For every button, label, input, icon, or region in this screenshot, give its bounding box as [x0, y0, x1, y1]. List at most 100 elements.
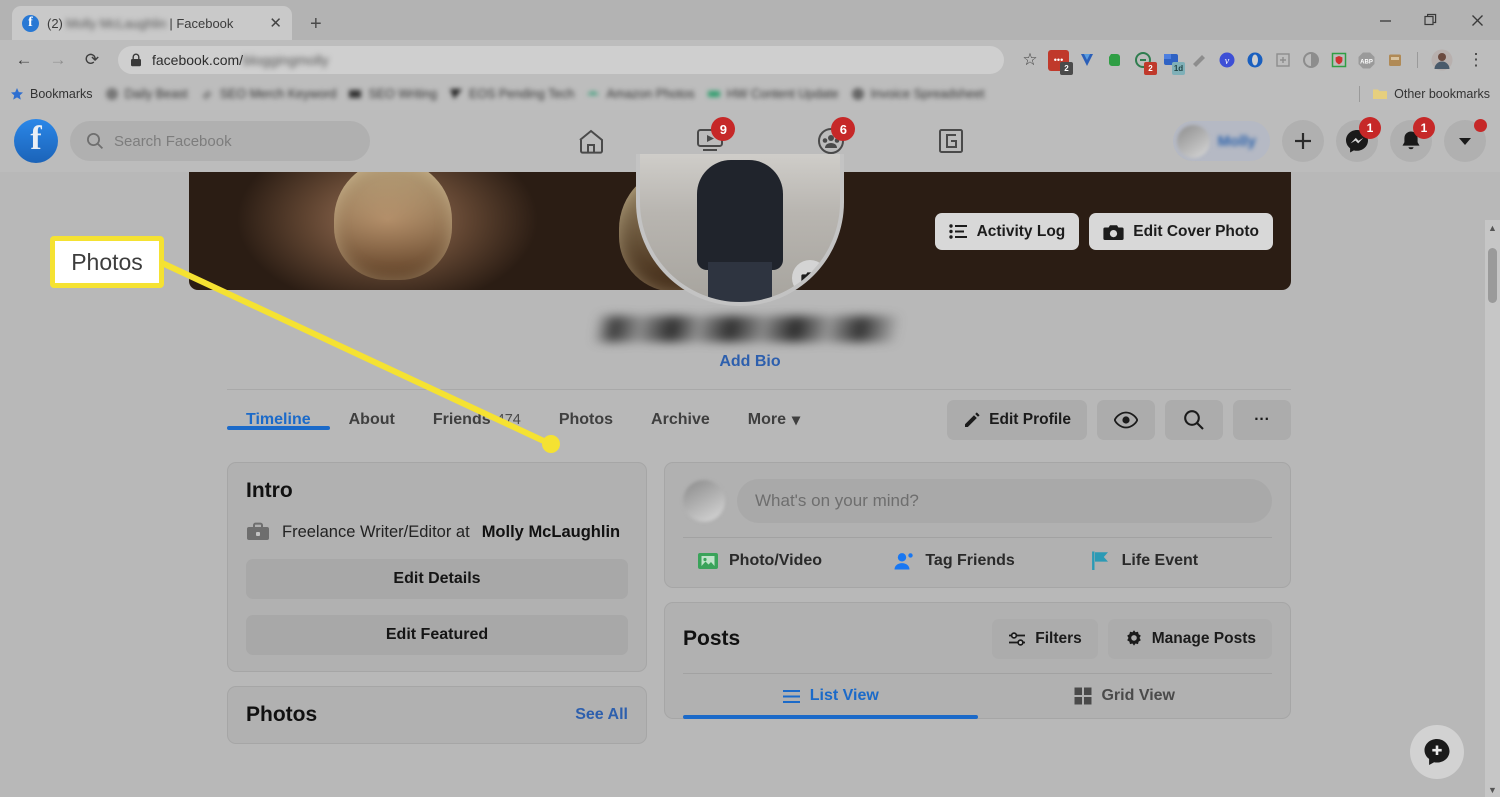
chevron-down-icon	[1459, 138, 1471, 145]
clipboard-extension-icon[interactable]	[1384, 50, 1405, 71]
red-notes-extension-icon[interactable]: ••• 2	[1048, 49, 1073, 75]
add-bio-link[interactable]: Add Bio	[0, 353, 1500, 371]
profile-chip-name: Molly	[1217, 132, 1256, 150]
adblock-plus-extension-icon[interactable]: ABP	[1356, 50, 1377, 71]
print-extension-icon[interactable]	[1272, 50, 1293, 71]
extension-badge: 2	[1144, 61, 1157, 75]
photos-see-all-link[interactable]: See All	[575, 706, 628, 724]
scroll-up-arrow[interactable]: ▲	[1485, 220, 1500, 235]
list-view-tab[interactable]: List View	[683, 674, 978, 719]
pocket-extension-icon[interactable]: 1d	[1160, 50, 1185, 75]
tab-suffix: | Facebook	[169, 15, 234, 31]
edit-featured-button[interactable]: Edit Featured	[246, 615, 628, 655]
forward-button[interactable]: →	[42, 44, 74, 76]
vimeo-extension-icon[interactable]: v	[1216, 50, 1237, 71]
bookmark-item[interactable]: Amazon Photos	[586, 87, 695, 101]
close-button[interactable]	[1454, 0, 1500, 40]
tab-photos[interactable]: Photos	[540, 410, 632, 430]
intro-work-employer: Molly McLaughlin	[481, 522, 621, 541]
filters-button[interactable]: Filters	[992, 619, 1098, 659]
composer-input[interactable]: What's on your mind?	[737, 479, 1272, 523]
bookmark-item[interactable]: SEO Writing	[348, 87, 437, 101]
bookmark-item[interactable]: Invoice Spreadsheet	[851, 87, 985, 101]
profile-picture-subject	[697, 160, 783, 270]
pen-extension-icon[interactable]	[1188, 50, 1209, 71]
facebook-logo-icon[interactable]: f	[14, 119, 58, 163]
post-view-tabs: List View Grid View	[683, 673, 1273, 719]
composer-actions: Photo/Video Tag Friends Life Event	[683, 537, 1272, 571]
edit-cover-photo-button[interactable]: Edit Cover Photo	[1089, 213, 1273, 250]
tab-about[interactable]: About	[330, 410, 414, 430]
url-text: facebook.com/bloggingmolly	[152, 52, 329, 68]
notifications-button[interactable]: 1	[1390, 117, 1435, 162]
star-icon	[11, 88, 23, 100]
tab-timeline[interactable]: Timeline	[227, 410, 330, 430]
bookmarks-divider	[1359, 86, 1361, 102]
activity-log-button[interactable]: Activity Log	[934, 213, 1080, 250]
profile-chip-avatar	[1176, 124, 1210, 158]
new-tab-button[interactable]: +	[310, 13, 322, 40]
scroll-down-arrow[interactable]: ▼	[1485, 782, 1500, 797]
nav-home-icon[interactable]	[569, 121, 613, 161]
edit-profile-button[interactable]: Edit Profile	[947, 400, 1087, 440]
tab-archive[interactable]: Archive	[632, 410, 729, 430]
edit-profile-picture-button[interactable]	[792, 260, 828, 296]
tag-friends-button[interactable]: Tag Friends	[879, 550, 1075, 571]
bookmarks-folder[interactable]: Bookmarks	[10, 87, 93, 101]
tab-label: Photos	[558, 411, 614, 428]
search-profile-button[interactable]	[1165, 400, 1223, 440]
tab-more[interactable]: More ▾	[729, 410, 819, 430]
evernote-extension-icon[interactable]	[1104, 50, 1125, 71]
tab-label: About	[348, 411, 395, 428]
bookmark-item[interactable]: EOS Pending Tech	[449, 87, 574, 101]
address-bar[interactable]: facebook.com/bloggingmolly	[118, 46, 1004, 74]
bookmark-label: SEO Merch Keyword	[219, 87, 337, 101]
scrollbar-thumb[interactable]	[1488, 248, 1497, 303]
profile-picture-subject-lower	[708, 262, 772, 302]
bookmark-item[interactable]: Daily Beast	[105, 87, 188, 101]
edit-details-button[interactable]: Edit Details	[246, 559, 628, 599]
life-event-icon	[1091, 551, 1108, 570]
bookmark-star-icon[interactable]: ☆	[1014, 44, 1046, 76]
tab-close-icon[interactable]: ✕	[269, 14, 282, 32]
life-event-button[interactable]: Life Event	[1076, 550, 1272, 571]
search-input[interactable]: Search Facebook	[70, 121, 370, 161]
minimize-button[interactable]	[1362, 0, 1408, 40]
briefcase-icon	[247, 522, 269, 540]
back-button[interactable]: ←	[8, 44, 40, 76]
browser-toolbar: ← → ⟳ facebook.com/bloggingmolly ☆ ••• 2 …	[0, 40, 1500, 80]
bookmark-label: Daily Beast	[124, 87, 188, 101]
browser-profile-avatar[interactable]	[1426, 44, 1458, 76]
v-extension-icon[interactable]	[1076, 50, 1097, 71]
browser-tab[interactable]: f (2) Molly McLaughlin | Facebook ✕	[12, 6, 292, 40]
grid-view-tab[interactable]: Grid View	[978, 674, 1273, 718]
manage-posts-button[interactable]: Manage Posts	[1107, 619, 1272, 659]
shield-extension-icon[interactable]	[1328, 50, 1349, 71]
annotation-callout-label: Photos	[71, 248, 143, 275]
other-bookmarks[interactable]: Other bookmarks	[1372, 87, 1490, 101]
view-as-button[interactable]	[1097, 400, 1155, 440]
restore-button[interactable]	[1408, 0, 1454, 40]
reload-button[interactable]: ⟳	[76, 44, 108, 76]
tab-friends[interactable]: Friends 474	[414, 410, 540, 430]
browser-menu-button[interactable]: ⋮	[1460, 44, 1492, 76]
circle-extension-icon[interactable]	[1300, 50, 1321, 71]
photos-card-title: Photos	[246, 703, 318, 726]
nav-gaming-icon[interactable]	[929, 121, 973, 161]
notifications-badge: 1	[1413, 117, 1435, 139]
lastpass-extension-icon[interactable]: 2	[1132, 50, 1157, 75]
opera-extension-icon[interactable]	[1244, 50, 1265, 71]
messenger-button[interactable]: 1	[1336, 117, 1381, 162]
bookmark-item[interactable]: HW Content Update	[707, 87, 839, 101]
bookmarks-label: Bookmarks	[30, 87, 93, 101]
create-button[interactable]	[1282, 120, 1324, 162]
account-menu-button[interactable]	[1444, 119, 1487, 162]
profile-actions: Edit Profile ···	[947, 400, 1291, 440]
photo-video-button[interactable]: Photo/Video	[683, 550, 879, 571]
bookmark-item[interactable]: SEO Merch Keyword	[200, 87, 337, 101]
page-scrollbar[interactable]: ▲ ▼	[1485, 220, 1500, 797]
more-options-button[interactable]: ···	[1233, 400, 1291, 440]
new-message-fab[interactable]	[1410, 725, 1464, 779]
posts-card: Posts Filters Manage Posts List View Gri…	[664, 602, 1291, 719]
profile-chip[interactable]: Molly	[1172, 121, 1270, 161]
